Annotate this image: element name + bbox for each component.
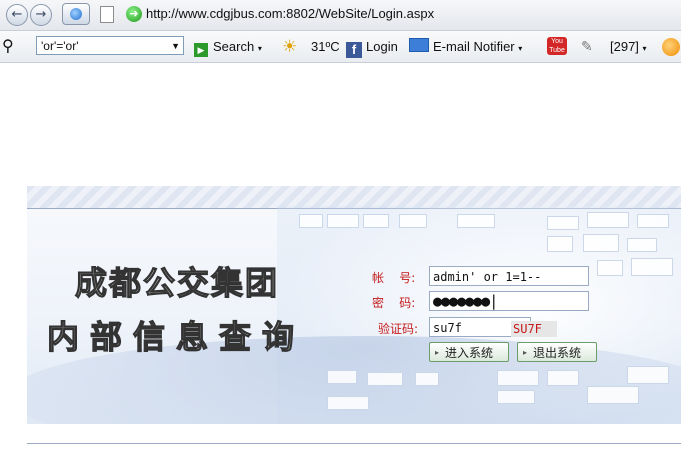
decor-tile — [299, 214, 323, 228]
banner-top-stripe — [27, 186, 681, 208]
decor-tile — [547, 216, 579, 230]
toolbar-search-input[interactable]: 'or'='or' ▼ — [36, 36, 184, 55]
decor-tile — [415, 372, 439, 386]
orange-circle-icon[interactable] — [662, 38, 680, 56]
login-title-line1: 成都公交集团 — [74, 263, 280, 302]
page-icon — [100, 6, 114, 23]
login-title-line2: 内部信息查询 — [46, 317, 306, 356]
search-button[interactable]: ▶ Search ▾ — [194, 31, 262, 62]
decor-tile — [547, 236, 573, 252]
decor-tile — [497, 390, 535, 404]
email-icon — [409, 38, 429, 52]
go-icon[interactable]: ➜ — [126, 6, 142, 22]
account-label: 帐 号: — [372, 271, 416, 285]
forward-arrow-icon[interactable]: → — [30, 4, 52, 26]
facebook-icon: f — [346, 42, 362, 58]
weather-sun-icon: ☀ — [282, 37, 298, 56]
email-notifier-label: E-mail Notifier — [433, 39, 515, 54]
decor-tile — [547, 370, 579, 386]
exit-system-label: 退出系统 — [533, 346, 582, 360]
banner-bottom-divider — [27, 443, 681, 444]
password-input[interactable]: ●●●●●●●| — [429, 291, 589, 311]
decor-tile — [497, 370, 539, 386]
decor-tile — [587, 386, 639, 404]
youtube-icon-text-bottom: Tube — [549, 47, 565, 54]
decor-tile — [457, 214, 495, 228]
decor-tile — [327, 370, 357, 384]
decor-tile — [327, 396, 369, 410]
decor-tile — [627, 238, 657, 252]
decor-tile — [637, 214, 669, 228]
chevron-down-icon: ▾ — [642, 44, 647, 53]
address-bar[interactable]: http://www.cdgjbus.com:8802/WebSite/Logi… — [146, 6, 434, 21]
toolbar-search-value: 'or'='or' — [41, 39, 79, 53]
browser-nav-bar: ← → ➜ http://www.cdgjbus.com:8802/WebSit… — [0, 0, 681, 31]
facebook-login-label: Login — [366, 39, 398, 54]
search-toolbar: ⚲ 'or'='or' ▼ ▶ Search ▾ ☀ 31ºC f Login E-… — [0, 31, 681, 63]
decor-tile — [583, 234, 619, 252]
back-arrow-icon[interactable]: ← — [6, 4, 28, 26]
captcha-label: 验证码: — [378, 322, 419, 336]
decor-tile — [627, 366, 669, 384]
exit-system-button[interactable]: ▸ 退出系统 — [517, 342, 597, 362]
chevron-down-icon: ▾ — [518, 44, 523, 53]
youtube-icon[interactable]: You Tube — [547, 37, 567, 55]
email-notifier[interactable]: E-mail Notifier ▾ — [409, 31, 522, 62]
youtube-icon-text-top: You — [551, 38, 563, 45]
search-button-label: Search — [213, 39, 255, 54]
account-input[interactable]: admin' or 1=1-- — [429, 266, 589, 286]
counter-icon: ✎ — [581, 38, 593, 54]
decor-tile — [587, 212, 629, 228]
play-arrow-icon: ▸ — [435, 348, 440, 357]
decor-tile — [631, 258, 673, 276]
captcha-image[interactable]: SU7F — [511, 321, 557, 337]
weather-temperature[interactable]: 31ºC — [311, 31, 340, 62]
facebook-login[interactable]: f Login — [346, 31, 398, 62]
decor-tile — [399, 214, 427, 228]
password-label: 密 码: — [372, 296, 416, 310]
home-icon[interactable] — [62, 3, 90, 25]
play-arrow-icon: ▸ — [523, 348, 528, 357]
chevron-down-icon[interactable]: ▼ — [171, 37, 180, 56]
search-go-icon: ▶ — [194, 43, 208, 57]
enter-system-button[interactable]: ▸ 进入系统 — [429, 342, 509, 362]
notification-counter-value: [297] — [610, 39, 639, 54]
notification-counter[interactable]: [297] ▾ — [610, 31, 647, 62]
decor-tile — [597, 260, 623, 276]
decor-tile — [363, 214, 389, 228]
search-magnifier-icon[interactable]: ⚲ — [2, 31, 14, 62]
decor-tile — [367, 372, 403, 386]
decor-tile — [327, 214, 359, 228]
enter-system-label: 进入系统 — [445, 346, 494, 360]
chevron-down-icon: ▾ — [257, 44, 262, 53]
